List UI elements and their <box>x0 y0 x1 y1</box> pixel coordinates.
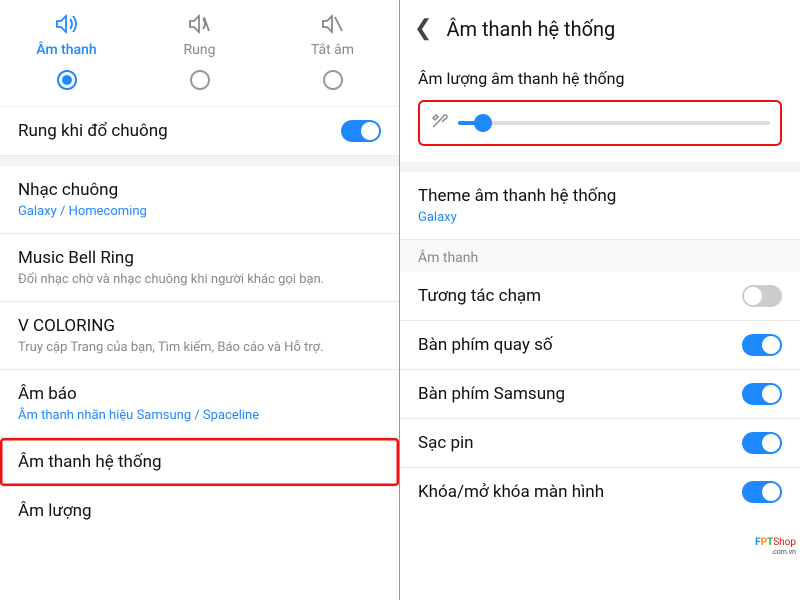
radio-vibrate[interactable] <box>190 70 210 90</box>
music-bell-row[interactable]: Music Bell Ring Đổi nhạc chờ và nhạc chu… <box>0 234 399 302</box>
touch-interaction-toggle[interactable] <box>742 285 782 307</box>
vibrate-while-ringing-toggle[interactable] <box>341 120 381 142</box>
vibrate-while-ringing-label: Rung khi đổ chuông <box>18 121 381 141</box>
tab-vibrate[interactable]: Rung <box>133 10 266 58</box>
sound-mode-radio-row <box>0 58 399 107</box>
charging-row[interactable]: Sạc pin <box>400 419 800 468</box>
system-theme-value: Galaxy <box>418 210 782 225</box>
tab-vibrate-label: Rung <box>133 42 266 58</box>
section-label-sound: Âm thanh <box>400 240 800 272</box>
notification-sound-row[interactable]: Âm báo Âm thanh nhãn hiệu Samsung / Spac… <box>0 370 399 438</box>
back-icon[interactable]: ❮ <box>414 16 432 41</box>
volume-row[interactable]: Âm lượng <box>0 487 399 535</box>
charging-label: Sạc pin <box>418 433 782 453</box>
system-volume-slider[interactable] <box>458 121 770 125</box>
header: ❮ Âm thanh hệ thống <box>400 0 800 55</box>
notification-sound-value: Âm thanh nhãn hiệu Samsung / Spaceline <box>18 408 381 423</box>
section-gap <box>400 162 800 172</box>
system-theme-row[interactable]: Theme âm thanh hệ thống Galaxy <box>400 172 800 240</box>
slider-thumb[interactable] <box>474 114 492 132</box>
dialpad-toggle[interactable] <box>742 334 782 356</box>
system-volume-label-row: Âm lượng âm thanh hệ thống <box>400 55 800 92</box>
music-bell-title: Music Bell Ring <box>18 248 381 268</box>
ringtone-row[interactable]: Nhạc chuông Galaxy / Homecoming <box>0 166 399 234</box>
sound-mode-tabs: Âm thanh Rung Tắt âm <box>0 0 399 58</box>
samsung-keyboard-toggle[interactable] <box>742 383 782 405</box>
sound-icon <box>0 10 133 38</box>
vcoloring-title: V COLORING <box>18 316 381 336</box>
touch-interaction-label: Tương tác chạm <box>418 286 782 306</box>
vibrate-while-ringing-row[interactable]: Rung khi đổ chuông <box>0 107 399 156</box>
tab-sound[interactable]: Âm thanh <box>0 10 133 58</box>
vibrate-mute-icon <box>133 10 266 38</box>
lock-unlock-row[interactable]: Khóa/mở khóa màn hình <box>400 468 800 516</box>
dialpad-label: Bàn phím quay số <box>418 335 782 355</box>
music-bell-subtitle: Đổi nhạc chờ và nhạc chuông khi người kh… <box>18 272 381 287</box>
ringtone-value: Galaxy / Homecoming <box>18 204 381 219</box>
system-theme-title: Theme âm thanh hệ thống <box>418 186 782 206</box>
tab-mute[interactable]: Tắt âm <box>266 10 399 58</box>
samsung-keyboard-label: Bàn phím Samsung <box>418 384 782 404</box>
section-gap <box>0 156 399 166</box>
tools-icon <box>430 112 448 134</box>
dialpad-row[interactable]: Bàn phím quay số <box>400 321 800 370</box>
tab-sound-label: Âm thanh <box>0 42 133 58</box>
system-sound-row[interactable]: Âm thanh hệ thống <box>0 438 399 487</box>
lock-unlock-label: Khóa/mở khóa màn hình <box>418 482 782 502</box>
system-volume-slider-row <box>400 92 800 162</box>
system-sound-title: Âm thanh hệ thống <box>18 452 381 472</box>
volume-title: Âm lượng <box>18 501 381 521</box>
lock-unlock-toggle[interactable] <box>742 481 782 503</box>
vcoloring-row[interactable]: V COLORING Truy cập Trang của bạn, Tìm k… <box>0 302 399 370</box>
watermark: FPTShop .com.vn <box>755 537 796 556</box>
samsung-keyboard-row[interactable]: Bàn phím Samsung <box>400 370 800 419</box>
radio-mute[interactable] <box>323 70 343 90</box>
watermark-domain: .com.vn <box>755 548 796 556</box>
mute-icon <box>266 10 399 38</box>
system-volume-slider-highlight <box>418 100 782 146</box>
tab-mute-label: Tắt âm <box>266 42 399 58</box>
page-title: Âm thanh hệ thống <box>446 17 615 41</box>
ringtone-title: Nhạc chuông <box>18 180 381 200</box>
radio-sound[interactable] <box>57 70 77 90</box>
vcoloring-subtitle: Truy cập Trang của bạn, Tìm kiếm, Báo cá… <box>18 340 381 355</box>
charging-toggle[interactable] <box>742 432 782 454</box>
notification-sound-title: Âm báo <box>18 384 381 404</box>
system-volume-label: Âm lượng âm thanh hệ thống <box>418 69 782 88</box>
left-pane: Âm thanh Rung Tắt âm <box>0 0 400 600</box>
touch-interaction-row[interactable]: Tương tác chạm <box>400 272 800 321</box>
right-pane: ❮ Âm thanh hệ thống Âm lượng âm thanh hệ… <box>400 0 800 600</box>
